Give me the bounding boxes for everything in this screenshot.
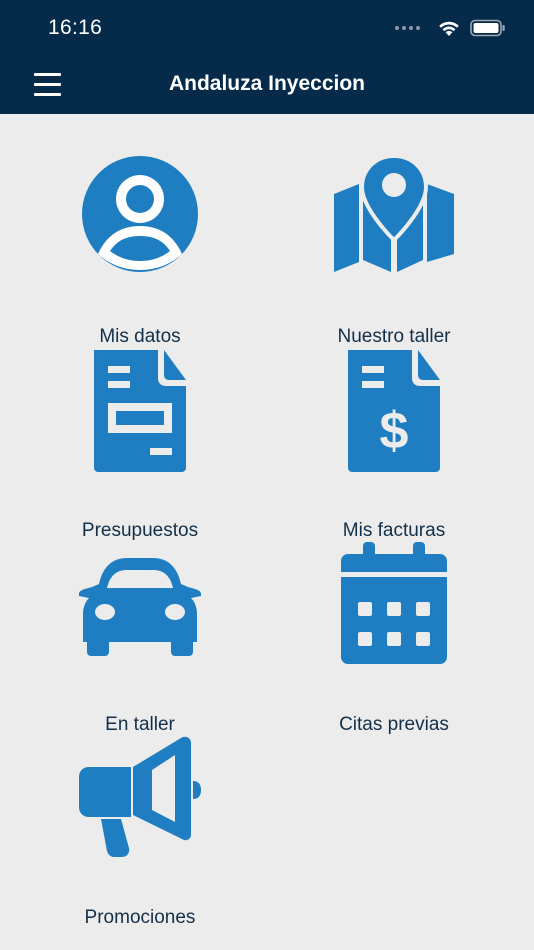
menu-item-mis-datos[interactable]: Mis datos <box>30 154 250 347</box>
page-title: Andaluza Inyeccion <box>168 72 366 95</box>
svg-text:$: $ <box>380 402 409 460</box>
menu-item-label: Presupuestos <box>81 520 199 541</box>
menu-item-label: Nuestro taller <box>337 326 451 347</box>
menu-item-label: Citas previas <box>339 714 449 735</box>
map-pin-icon <box>334 154 454 272</box>
cellular-signal-icon <box>395 26 420 30</box>
menu-item-label: Mis datos <box>99 326 181 347</box>
car-icon <box>79 558 201 656</box>
status-time: 16:16 <box>48 16 103 39</box>
menu-item-mis-facturas[interactable]: $ Mis facturas <box>284 348 504 541</box>
menu-item-label: Promociones <box>84 907 196 928</box>
invoice-dollar-icon: $ <box>348 350 440 472</box>
calendar-icon <box>341 542 447 664</box>
menu-item-label: Mis facturas <box>342 520 446 541</box>
status-icons <box>395 19 506 37</box>
menu-item-presupuestos[interactable]: Presupuestos <box>30 348 250 541</box>
wifi-icon <box>439 21 459 36</box>
document-icon <box>94 350 186 472</box>
menu-item-citas-previas[interactable]: Citas previas <box>284 542 504 735</box>
battery-icon <box>470 19 505 37</box>
menu-item-promociones[interactable]: Promociones <box>30 735 250 928</box>
app-header: 16:16 Andaluza Inyeccion <box>0 0 534 114</box>
menu-item-label: En taller <box>105 714 175 735</box>
user-profile-icon <box>82 156 198 272</box>
menu-item-nuestro-taller[interactable]: Nuestro taller <box>284 154 504 347</box>
menu-item-en-taller[interactable]: En taller <box>30 542 250 735</box>
megaphone-icon <box>79 736 201 857</box>
